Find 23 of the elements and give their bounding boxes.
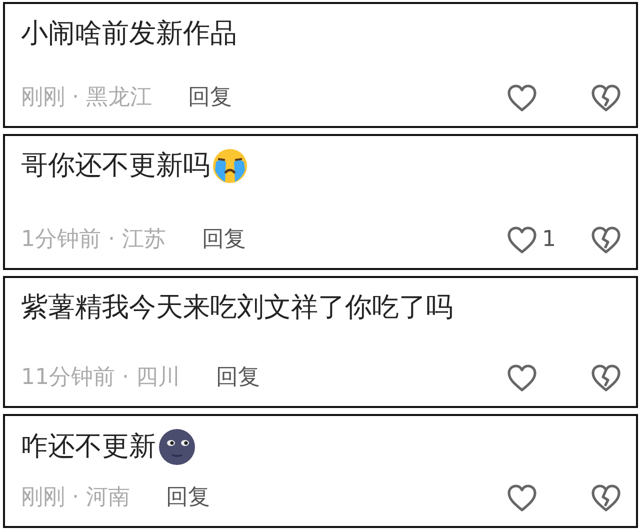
comment-meta: 刚刚 · 黑龙江 [21,84,152,112]
reply-link[interactable]: 回复 [216,361,260,394]
heart-icon[interactable] [506,482,538,512]
broken-heart-icon[interactable] [590,224,622,254]
comment-meta: 刚刚 · 河南 [21,484,130,512]
heart-icon[interactable] [506,82,538,112]
reply-link[interactable]: 回复 [202,223,246,256]
comment-text: 小闹啥前发新作品 [21,17,237,51]
comment-meta: 11分钟前 · 四川 [21,364,180,392]
like-count: 1 [542,226,556,254]
comment-text: 紫薯精我今天来吃刘文祥了你吃了吗 [21,291,453,325]
comment-meta: 1分钟前 · 江苏 [21,226,166,254]
moon-face-icon [158,428,196,466]
comment-text: 哥你还不更新吗 [21,149,210,184]
crying-face-icon [212,148,248,184]
broken-heart-icon[interactable] [590,362,622,392]
reply-link[interactable]: 回复 [188,81,232,114]
comment-text: 咋还不更新 [21,430,156,464]
reply-link[interactable]: 回复 [166,481,210,514]
heart-icon[interactable] [506,362,538,392]
broken-heart-icon[interactable] [590,482,622,512]
broken-heart-icon[interactable] [590,82,622,112]
heart-icon[interactable] [506,224,538,254]
